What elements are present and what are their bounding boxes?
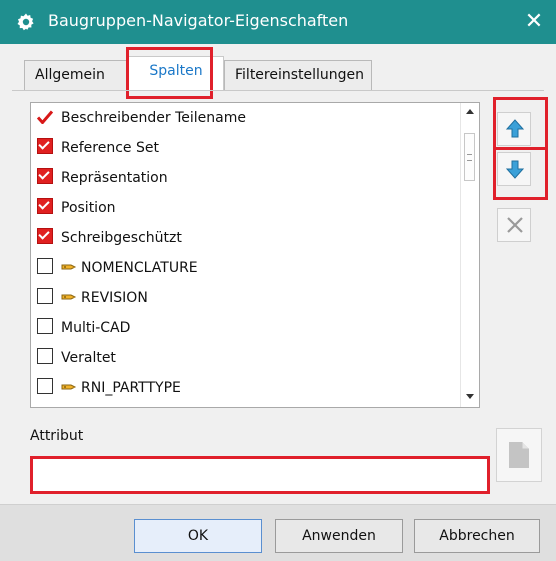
scroll-down-icon[interactable] [466, 394, 474, 399]
red-checkmark-icon [37, 110, 53, 124]
properties-dialog: Baugruppen-Navigator-Eigenschaften ✕ All… [0, 0, 556, 561]
attribute-icon [61, 384, 77, 390]
new-attribute-button[interactable] [496, 428, 542, 482]
tab-filtereinstellungen[interactable]: Filtereinstellungen [224, 60, 372, 90]
list-item[interactable]: Reference Set [31, 133, 461, 163]
document-icon [509, 442, 529, 468]
attribute-icon [61, 264, 77, 270]
attribute-label: Attribut [30, 428, 84, 444]
gear-icon [17, 13, 34, 31]
list-item[interactable]: Schreibgeschützt [31, 223, 461, 253]
columns-listbox[interactable]: Beschreibender Teilename Reference Set R… [30, 102, 480, 408]
list-item[interactable]: RNI_PARTTYPE [31, 373, 461, 403]
list-item[interactable]: Position [31, 193, 461, 223]
vertical-scrollbar[interactable] [460, 103, 479, 407]
move-up-button[interactable] [497, 112, 531, 146]
list-item-label: Position [61, 200, 116, 216]
checkbox-unchecked[interactable] [37, 318, 53, 334]
move-down-button[interactable] [497, 152, 531, 186]
checkbox-unchecked[interactable] [37, 348, 53, 364]
checkbox-checked[interactable] [37, 228, 53, 244]
tab-spalten[interactable]: Spalten [128, 56, 224, 91]
checkbox-unchecked[interactable] [37, 258, 53, 274]
attribute-input[interactable] [30, 456, 490, 494]
list-item[interactable]: NOMENCLATURE [31, 253, 461, 283]
title-bar: Baugruppen-Navigator-Eigenschaften ✕ [0, 0, 556, 44]
apply-button[interactable]: Anwenden [275, 519, 403, 553]
list-item-label: Schreibgeschützt [61, 230, 182, 246]
button-bar: OK Anwenden Abbrechen [0, 504, 556, 561]
window-title: Baugruppen-Navigator-Eigenschaften [48, 11, 349, 30]
list-item[interactable]: Multi-CAD [31, 313, 461, 343]
delete-button[interactable] [497, 208, 531, 242]
checkbox-checked[interactable] [37, 168, 53, 184]
list-item-label: REVISION [81, 290, 148, 306]
ok-button[interactable]: OK [134, 519, 262, 553]
delete-x-icon [507, 217, 523, 233]
checkbox-unchecked[interactable] [37, 288, 53, 304]
attribute-icon [61, 294, 77, 300]
list-item[interactable]: Beschreibender Teilename [31, 103, 461, 133]
list-item[interactable]: Repräsentation [31, 163, 461, 193]
list-item-label: Repräsentation [61, 170, 168, 186]
tab-allgemein[interactable]: Allgemein [24, 60, 128, 90]
checkbox-checked[interactable] [37, 138, 53, 154]
list-item[interactable]: REVISION [31, 283, 461, 313]
list-item[interactable]: Veraltet [31, 343, 461, 373]
list-item-label: Beschreibender Teilename [61, 110, 246, 126]
scroll-up-icon[interactable] [466, 109, 474, 114]
arrow-down-icon [505, 160, 525, 179]
list-item-label: NOMENCLATURE [81, 260, 198, 276]
list-item-label: Veraltet [61, 350, 116, 366]
checkbox-checked[interactable] [37, 198, 53, 214]
checkbox-unchecked[interactable] [37, 378, 53, 394]
scrollbar-thumb[interactable] [464, 133, 475, 181]
columns-list: Beschreibender Teilename Reference Set R… [31, 103, 461, 403]
list-item-label: RNI_PARTTYPE [81, 380, 181, 396]
cancel-button[interactable]: Abbrechen [414, 519, 540, 553]
arrow-up-icon [505, 119, 525, 138]
list-item-label: Reference Set [61, 140, 159, 156]
list-item-label: Multi-CAD [61, 320, 131, 336]
close-button[interactable]: ✕ [520, 8, 548, 36]
